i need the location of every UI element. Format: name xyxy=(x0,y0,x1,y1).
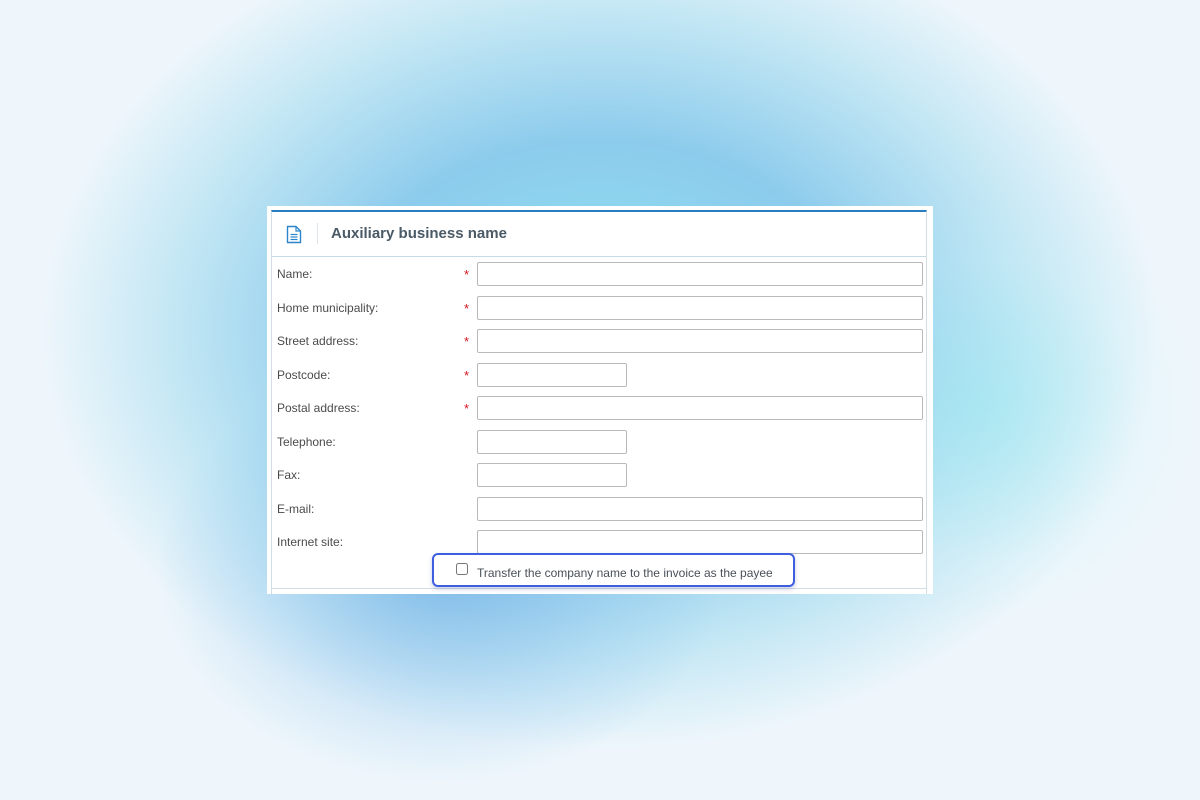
street-address-label: Street address: xyxy=(277,334,359,348)
form-row-fax: Fax: xyxy=(272,463,926,493)
form-row-street-address: Street address: * xyxy=(272,329,926,359)
form-row-telephone: Telephone: xyxy=(272,430,926,460)
telephone-label: Telephone: xyxy=(277,435,336,449)
panel-title: Auxiliary business name xyxy=(331,225,507,242)
email-input[interactable] xyxy=(477,497,923,521)
postal-address-label: Postal address: xyxy=(277,401,360,415)
form-row-home-municipality: Home municipality: * xyxy=(272,296,926,326)
required-indicator: * xyxy=(464,401,470,416)
postcode-input[interactable] xyxy=(477,363,627,387)
form-row-postal-address: Postal address: * xyxy=(272,396,926,426)
postcode-label: Postcode: xyxy=(277,368,331,382)
fax-label: Fax: xyxy=(277,468,301,482)
transfer-company-name-option[interactable]: Transfer the company name to the invoice… xyxy=(432,553,795,587)
form-bottom-divider xyxy=(272,588,926,589)
transfer-company-name-label[interactable]: Transfer the company name to the invoice… xyxy=(477,566,773,580)
fax-input[interactable] xyxy=(477,463,627,487)
required-indicator: * xyxy=(464,368,470,383)
panel-header: Auxiliary business name xyxy=(272,212,926,257)
required-indicator: * xyxy=(464,267,470,282)
required-indicator: * xyxy=(464,334,470,349)
form-row-name: Name: * xyxy=(272,262,926,292)
form-row-email: E-mail: xyxy=(272,497,926,527)
required-indicator: * xyxy=(464,301,470,316)
street-address-input[interactable] xyxy=(477,329,923,353)
email-label: E-mail: xyxy=(277,502,315,516)
home-municipality-input[interactable] xyxy=(477,296,923,320)
telephone-input[interactable] xyxy=(477,430,627,454)
postal-address-input[interactable] xyxy=(477,396,923,420)
internet-site-input[interactable] xyxy=(477,530,923,554)
home-municipality-label: Home municipality: xyxy=(277,301,379,315)
internet-site-label: Internet site: xyxy=(277,535,344,549)
form-row-postcode: Postcode: * xyxy=(272,363,926,393)
header-divider xyxy=(317,223,318,244)
dialog-frame: Auxiliary business name Name: * Home mun… xyxy=(267,206,933,594)
name-label: Name: xyxy=(277,267,313,281)
auxiliary-business-name-panel: Auxiliary business name Name: * Home mun… xyxy=(271,210,927,594)
transfer-company-name-checkbox[interactable] xyxy=(456,563,468,575)
document-icon xyxy=(286,225,302,244)
name-input[interactable] xyxy=(477,262,923,286)
